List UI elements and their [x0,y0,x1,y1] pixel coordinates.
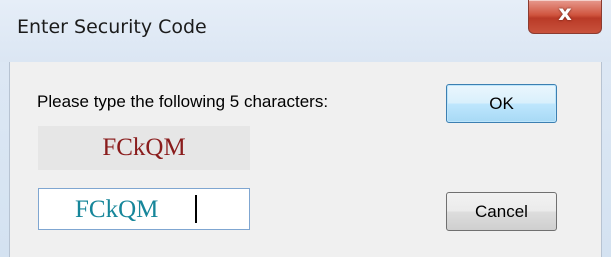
security-code-display: FCkQM [38,126,250,170]
dialog-title: Enter Security Code [17,16,207,38]
security-code-text: FCkQM [102,134,186,161]
security-code-input[interactable]: FCkQM [38,188,250,230]
input-value: FCkQM [75,196,159,223]
security-code-dialog: Enter Security Code x Please type the fo… [0,0,611,257]
close-icon: x [558,1,572,25]
ok-button[interactable]: OK [446,84,557,123]
title-bar[interactable]: Enter Security Code x [0,0,611,62]
close-button[interactable]: x [528,0,602,34]
text-caret [195,195,197,223]
cancel-button[interactable]: Cancel [446,192,557,231]
prompt-label: Please type the following 5 characters: [37,92,329,111]
